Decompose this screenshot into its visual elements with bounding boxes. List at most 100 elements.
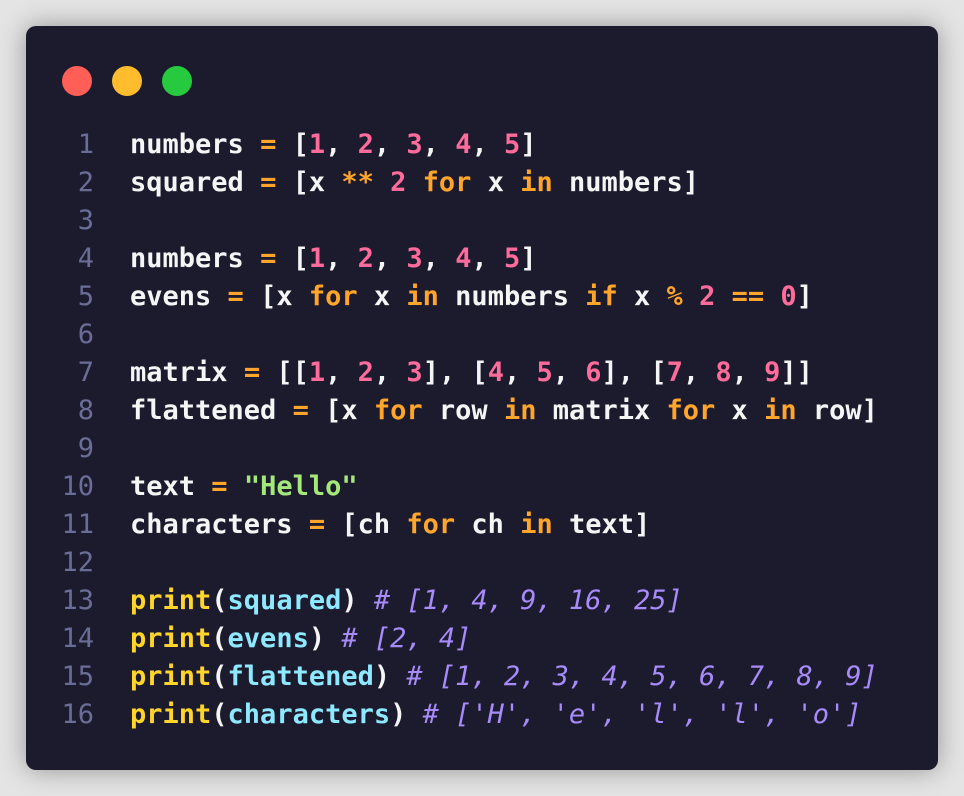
code-token: text [130, 471, 196, 502]
code-token: ( [211, 585, 228, 616]
code-token: print [130, 699, 212, 730]
code-token: x [471, 167, 521, 198]
code-token: numbers] [552, 167, 700, 198]
code-token: 3 [406, 129, 423, 160]
code-token: 7 [666, 357, 683, 388]
line-number: 11 [61, 509, 94, 540]
code-token: x [715, 395, 765, 426]
code-token: in [503, 395, 537, 426]
window-controls [62, 66, 192, 96]
code-token: matrix [130, 357, 228, 388]
code-token: 4 [487, 357, 504, 388]
line-content: characters = [ch for ch in text] [94, 506, 650, 544]
line-number: 14 [61, 623, 94, 654]
code-token: = [227, 281, 244, 312]
code-token: , [373, 243, 407, 274]
code-token: , [552, 357, 586, 388]
code-token: numbers [438, 281, 586, 312]
code-token: in [764, 395, 797, 426]
code-token: ) [390, 699, 423, 730]
code-token: 0 [780, 281, 797, 312]
code-token: 2 [357, 129, 374, 160]
maximize-button[interactable] [162, 66, 192, 96]
line-content: numbers = [1, 2, 3, 4, 5] [94, 240, 537, 278]
code-token: in [520, 167, 553, 198]
code-token: 1 [308, 243, 326, 274]
code-token: [x [243, 281, 309, 312]
code-token: 1 [308, 357, 326, 388]
close-button[interactable] [62, 66, 92, 96]
code-token: flattened [227, 661, 374, 692]
code-token: 2 [357, 243, 374, 274]
code-token: in [520, 509, 553, 540]
code-token: = [243, 357, 261, 388]
code-token: for [373, 395, 423, 426]
code-token: ], [ [601, 357, 667, 388]
code-line: 6 [26, 316, 878, 354]
line-content: evens = [x for x in numbers if x % 2 == … [94, 278, 813, 316]
code-token: = [260, 243, 277, 274]
code-line: 11 characters = [ch for ch in text] [26, 506, 878, 544]
code-token: 2 [699, 281, 716, 312]
code-token: in [406, 281, 439, 312]
line-content: print(squared) # [1, 4, 9, 16, 25] [94, 582, 683, 620]
code-token: [x [308, 395, 374, 426]
code-token: [ch [325, 509, 407, 540]
minimize-button[interactable] [112, 66, 142, 96]
code-token: x [357, 281, 407, 312]
code-token: 3 [406, 357, 423, 388]
code-line: 12 [26, 544, 878, 582]
code-token: x [617, 281, 667, 312]
line-number: 4 [77, 243, 94, 274]
code-token: ] [520, 129, 537, 160]
code-token: # [1, 2, 3, 4, 5, 6, 7, 8, 9] [406, 661, 878, 692]
code-token: ) [308, 623, 342, 654]
code-token: 4 [455, 129, 472, 160]
code-token: , [471, 243, 504, 274]
line-number: 12 [61, 547, 94, 578]
line-number: 16 [61, 699, 94, 730]
code-token: 8 [715, 357, 732, 388]
line-content: print(characters) # ['H', 'e', 'l', 'l',… [94, 696, 862, 734]
code-token: , [325, 243, 358, 274]
code-token: 9 [764, 357, 781, 388]
code-token: ch [455, 509, 521, 540]
code-token: for [666, 395, 716, 426]
code-token: = [260, 129, 277, 160]
code-token: numbers [130, 129, 244, 160]
code-token: if [585, 281, 618, 312]
code-token: print [130, 623, 212, 654]
line-content [94, 202, 130, 240]
line-number: 1 [77, 129, 94, 160]
code-line: 3 [26, 202, 878, 240]
line-number: 9 [77, 433, 94, 464]
line-number: 7 [77, 357, 94, 388]
code-token: ( [211, 699, 228, 730]
code-token: , [731, 357, 765, 388]
code-token: [x [276, 167, 342, 198]
code-token: characters [227, 699, 391, 730]
line-number: 15 [61, 661, 94, 692]
line-number: 8 [77, 395, 94, 426]
code-editor[interactable]: 1 numbers = [1, 2, 3, 4, 5] 2 squared = [x … [26, 126, 878, 734]
code-token: 1 [308, 129, 326, 160]
line-content: print(flattened) # [1, 2, 3, 4, 5, 6, 7,… [94, 658, 878, 696]
code-token: 5 [503, 243, 521, 274]
code-token: , [422, 129, 456, 160]
line-number: 5 [77, 281, 94, 312]
code-token: text] [552, 509, 651, 540]
code-token: [ [276, 243, 309, 274]
code-token: 6 [585, 357, 602, 388]
line-content: flattened = [x for row in matrix for x i… [94, 392, 878, 430]
code-token: = [308, 509, 326, 540]
code-token: ( [211, 661, 228, 692]
code-token: 5 [503, 129, 521, 160]
code-token: , [325, 357, 358, 388]
code-token: print [130, 585, 212, 616]
code-token: , [422, 243, 456, 274]
